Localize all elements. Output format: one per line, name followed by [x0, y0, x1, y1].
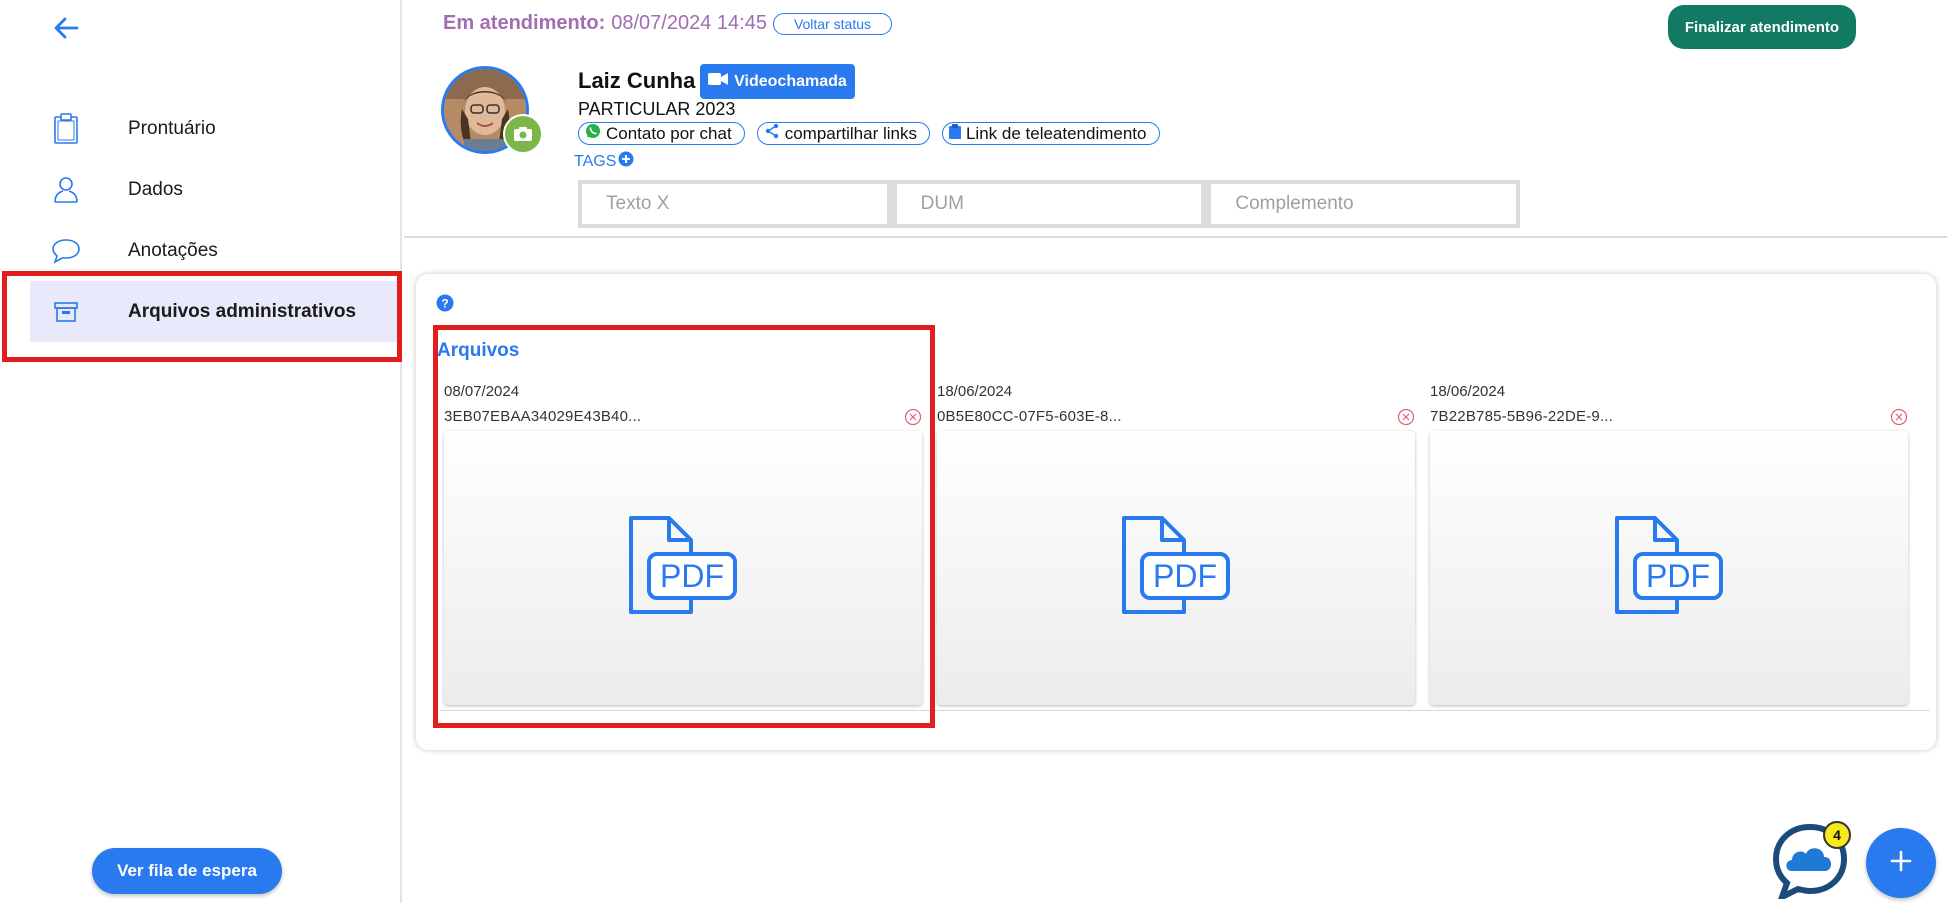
svg-text:PDF: PDF: [1646, 558, 1710, 594]
pill-label: compartilhar links: [784, 123, 917, 143]
file-date: 18/06/2024: [1430, 383, 1506, 400]
sidebar-item-label: Arquivos administrativos: [128, 300, 357, 322]
videochamada-button[interactable]: Videochamada: [700, 64, 855, 99]
pdf-icon: PDF: [627, 515, 739, 621]
sidebar: Prontuário Dados Anotações Arquivos admi…: [0, 0, 402, 903]
file-date: 18/06/2024: [937, 383, 1013, 400]
patient-plan: PARTICULAR 2023: [578, 99, 736, 119]
custom-fields: [578, 180, 1520, 228]
complemento-field[interactable]: [1235, 193, 1517, 215]
file-card: 18/06/2024 7B22B785-5B96-22DE-9... PDF: [1430, 383, 1908, 705]
sidebar-item-prontuario[interactable]: Prontuário: [30, 98, 400, 159]
plus-icon: [1890, 850, 1912, 877]
teleatendimento-link-pill[interactable]: Link de teleatendimento: [941, 122, 1160, 145]
sidebar-item-anotacoes[interactable]: Anotações: [30, 220, 400, 281]
compartilhar-links-pill[interactable]: compartilhar links: [756, 122, 930, 145]
clipboard-icon: [948, 123, 961, 144]
pdf-icon: PDF: [1613, 515, 1725, 621]
texto-x-field-wrap: [582, 184, 887, 224]
whatsapp-icon: [585, 123, 601, 144]
svg-text:PDF: PDF: [660, 558, 724, 594]
files-section-title: Arquivos: [437, 340, 520, 361]
file-name: 7B22B785-5B96-22DE-9...: [1430, 408, 1614, 425]
tags-add-button[interactable]: TAGS: [574, 151, 634, 172]
sidebar-item-label: Anotações: [128, 239, 218, 261]
sidebar-item-arquivos-administrativos[interactable]: Arquivos administrativos: [30, 281, 400, 342]
waiting-queue-button[interactable]: Ver fila de espera: [92, 848, 282, 894]
plus-circle-icon: [618, 151, 634, 172]
finalizar-atendimento-button[interactable]: Finalizar atendimento: [1668, 5, 1856, 49]
divider: [440, 710, 1930, 711]
sidebar-item-label: Dados: [128, 178, 183, 200]
add-button[interactable]: [1866, 828, 1936, 898]
sidebar-item-label: Prontuário: [128, 117, 216, 139]
videochamada-label: Videochamada: [734, 72, 847, 90]
user-icon: [50, 174, 82, 206]
file-date: 08/07/2024: [444, 383, 520, 400]
svg-text:PDF: PDF: [1153, 558, 1217, 594]
pill-label: Contato por chat: [606, 123, 732, 143]
patient-name: Laiz Cunha: [578, 68, 696, 93]
help-icon[interactable]: ?: [436, 294, 454, 312]
file-preview[interactable]: PDF: [937, 431, 1415, 705]
avatar-wrap: [441, 66, 543, 158]
svg-text:?: ?: [441, 297, 448, 311]
sidebar-item-dados[interactable]: Dados: [30, 159, 400, 220]
chat-notification-badge: 4: [1823, 821, 1851, 849]
archive-box-icon: [50, 296, 82, 328]
complemento-field-wrap: [1211, 184, 1517, 224]
status-line: Em atendimento: 08/07/2024 14:45 Voltar …: [443, 12, 892, 35]
contact-pills: Contato por chat compartilhar links Link…: [578, 122, 1160, 145]
voltar-status-button[interactable]: Voltar status: [772, 12, 892, 35]
tags-label: TAGS: [574, 152, 617, 170]
file-preview[interactable]: PDF: [1430, 431, 1908, 705]
chat-bubble-icon: [50, 235, 82, 267]
contato-chat-pill[interactable]: Contato por chat: [578, 122, 745, 145]
status-label: Em atendimento:: [443, 12, 606, 34]
app-root: Prontuário Dados Anotações Arquivos admi…: [0, 0, 1947, 903]
status-time: 08/07/2024 14:45: [611, 12, 767, 34]
file-preview[interactable]: PDF: [444, 431, 922, 705]
file-card: 18/06/2024 0B5E80CC-07F5-603E-8... PDF: [937, 383, 1415, 705]
remove-file-icon[interactable]: [1890, 408, 1908, 426]
back-arrow-icon[interactable]: [50, 12, 82, 44]
clipboard-icon: [50, 112, 82, 145]
dum-field[interactable]: [920, 193, 1202, 215]
dum-field-wrap: [896, 184, 1202, 224]
pill-label: Link de teleatendimento: [965, 123, 1147, 143]
remove-file-icon[interactable]: [1397, 408, 1415, 426]
texto-x-field[interactable]: [606, 193, 887, 215]
remove-file-icon[interactable]: [904, 408, 922, 426]
camera-icon[interactable]: [503, 114, 543, 154]
sidebar-nav: Prontuário Dados Anotações Arquivos admi…: [30, 98, 400, 342]
file-card: 08/07/2024 3EB07EBAA34029E43B40... PDF: [444, 383, 922, 705]
pdf-icon: PDF: [1120, 515, 1232, 621]
file-name: 3EB07EBAA34029E43B40...: [444, 408, 642, 425]
video-camera-icon: [708, 72, 729, 91]
patient-header: Em atendimento: 08/07/2024 14:45 Voltar …: [404, 0, 1947, 238]
share-icon: [764, 123, 780, 144]
files-card: ? Arquivos 08/07/2024 3EB07EBAA34029E43B…: [416, 274, 1936, 750]
file-name: 0B5E80CC-07F5-603E-8...: [937, 408, 1122, 425]
